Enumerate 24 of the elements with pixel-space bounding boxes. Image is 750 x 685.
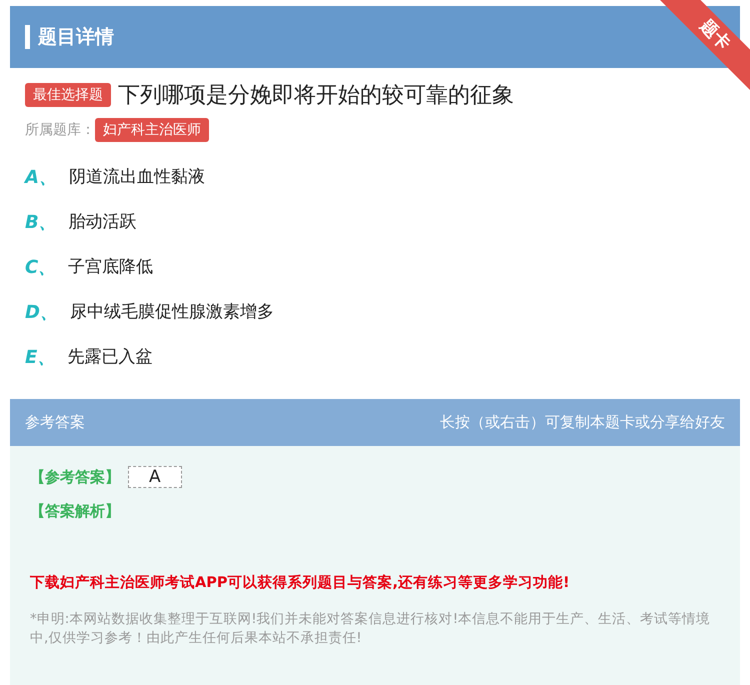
- disclaimer-text: *申明:本网站数据收集整理于互联网!我们并未能对答案信息进行核对!本信息不能用于生产、生活、考试等情境中,仅供学习参考！由此产生任何后果本站不承担责任!: [30, 610, 712, 648]
- question-text: 下列哪项是分娩即将开始的较可靠的征象: [118, 82, 514, 110]
- title-marker: [25, 25, 30, 49]
- ribbon-label: 题卡: [696, 16, 734, 54]
- bank-badge[interactable]: 妇产科主治医师: [95, 118, 209, 142]
- analysis-label: 【答案解析】: [30, 502, 120, 521]
- option-letter: C、: [25, 256, 56, 278]
- option-text: 尿中绒毛膜促性腺激素增多: [70, 301, 274, 323]
- page-title: 题目详情: [38, 25, 114, 50]
- option-letter: B、: [25, 210, 57, 234]
- option-letter: D、: [25, 300, 58, 324]
- option-text: 先露已入盆: [67, 346, 152, 368]
- answer-label: 【参考答案】: [30, 468, 120, 486]
- share-hint: 长按（或右击）可复制本题卡或分享给好友: [440, 413, 725, 432]
- bank-label: 所属题库：: [25, 121, 95, 139]
- option-text: 阴道流出血性黏液: [68, 166, 205, 188]
- option-text: 胎动活跃: [68, 211, 137, 233]
- app-promo-text: 下载妇产科主治医师考试APP可以获得系列题目与答案,还有练习等更多学习功能!: [30, 573, 571, 592]
- option-text: 子宫底降低: [68, 256, 154, 278]
- answer-value: A: [128, 466, 182, 488]
- option-letter: E、: [25, 346, 56, 368]
- question-type-badge: 最佳选择题: [25, 83, 111, 107]
- option-letter: A、: [25, 166, 57, 188]
- answer-title: 参考答案: [25, 413, 85, 432]
